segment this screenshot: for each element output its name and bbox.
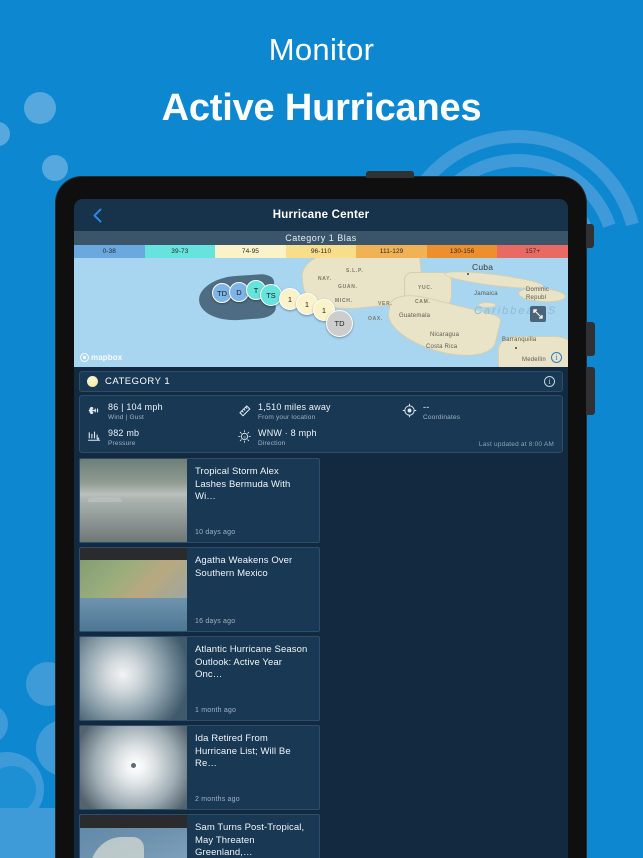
stat-label: Direction: [258, 440, 286, 447]
map-expand-button[interactable]: [530, 306, 546, 322]
news-thumbnail: [80, 459, 187, 542]
hurricane-map[interactable]: Caribbean S Cuba Jamaica Dominic Republ G…: [74, 258, 568, 367]
news-thumbnail: [80, 815, 187, 858]
news-card[interactable]: Agatha Weakens Over Southern Mexico 16 d…: [79, 547, 320, 632]
coordinates-icon: [402, 403, 417, 418]
mapbox-logo-icon: [80, 353, 89, 362]
storm-detail-panel: CATEGORY 1 i 86 | 104 mph Wind | Gust 98…: [74, 367, 568, 458]
map-place-label: Cuba: [472, 262, 494, 272]
promo-headings: Monitor Active Hurricanes: [0, 34, 643, 127]
bubble-decor: [42, 155, 68, 181]
news-card[interactable]: Sam Turns Post-Tropical, May Threaten Gr…: [79, 814, 320, 858]
svg-text:3: 3: [243, 434, 246, 439]
promo-headline: Active Hurricanes: [161, 87, 482, 129]
legend-segment: 0-38: [74, 245, 145, 258]
category-row[interactable]: CATEGORY 1 i: [79, 371, 563, 392]
legend-segment: 39-73: [144, 245, 216, 258]
legend-segment: 96-110: [285, 245, 357, 258]
news-title: Atlantic Hurricane Season Outlook: Activ…: [195, 644, 308, 680]
map-city-dot: [515, 347, 517, 349]
device-button-top[interactable]: [586, 224, 594, 248]
category-label: CATEGORY 1: [105, 376, 171, 387]
stat-value: WNW · 8 mph: [258, 428, 317, 438]
stat-value: 86 | 104 mph: [108, 402, 163, 412]
news-card[interactable]: Ida Retired From Hurricane List; Will Be…: [79, 725, 320, 810]
last-updated-text: Last updated at 8:00 AM: [478, 441, 554, 448]
stat-direction: 3 WNW · 8 mph Direction: [237, 428, 402, 448]
map-place-label: Jamaica: [474, 291, 498, 297]
news-card[interactable]: Tropical Storm Alex Lashes Bermuda With …: [79, 458, 320, 543]
tablet-device-frame: Hurricane Center Category 1 Blas 0-38 39…: [56, 171, 595, 858]
news-thumbnail: [80, 637, 187, 720]
news-list: Tropical Storm Alex Lashes Bermuda With …: [74, 458, 568, 858]
stat-value: 1,510 miles away: [258, 402, 331, 412]
legend-segment: 157+: [497, 245, 568, 258]
stat-value: --: [423, 402, 430, 412]
map-city-dot: [467, 273, 469, 275]
promo-kicker: Monitor: [268, 32, 375, 67]
direction-icon: 3: [238, 430, 251, 443]
page-title: Hurricane Center: [272, 209, 370, 221]
stat-label: Pressure: [108, 440, 136, 447]
stat-label: From your location: [258, 414, 316, 421]
news-timestamp: 2 months ago: [195, 796, 240, 803]
legend-segment: 111-129: [356, 245, 427, 258]
storm-stats: 86 | 104 mph Wind | Gust 982 mb Pressure…: [79, 395, 563, 453]
map-state-label: OAX.: [368, 316, 384, 322]
news-thumbnail: [80, 726, 187, 809]
news-title: Ida Retired From Hurricane List; Will Be…: [195, 733, 291, 769]
device-camera-notch: [366, 171, 414, 178]
back-button[interactable]: [84, 199, 110, 231]
legend-segment: 130-156: [426, 245, 498, 258]
news-timestamp: 10 days ago: [195, 529, 236, 536]
wind-speed-legend: 0-38 39-73 74-95 96-110 111-129 130-156 …: [74, 245, 568, 258]
storm-name-strip[interactable]: Category 1 Blas: [74, 231, 568, 245]
landmass-hispaniola: [517, 286, 567, 304]
news-thumbnail: [80, 548, 187, 631]
news-title: Tropical Storm Alex Lashes Bermuda With …: [195, 466, 291, 502]
device-volume-down-button[interactable]: [586, 367, 595, 415]
landmass-jamaica: [478, 302, 496, 308]
expand-icon: [533, 309, 543, 319]
category-info-button[interactable]: i: [544, 376, 555, 387]
category-dot-icon: [87, 376, 98, 387]
stat-label: Wind | Gust: [108, 414, 145, 421]
distance-icon: [239, 405, 251, 417]
map-info-button[interactable]: i: [551, 352, 562, 363]
chevron-left-icon: [93, 208, 101, 222]
news-title: Sam Turns Post-Tropical, May Threaten Gr…: [195, 822, 305, 858]
landmass-central-america: [381, 289, 503, 365]
mapbox-label: mapbox: [91, 353, 123, 362]
mapbox-attribution[interactable]: mapbox: [80, 353, 122, 362]
stat-distance: 1,510 miles away From your location: [237, 402, 402, 422]
app-header: Hurricane Center: [74, 199, 568, 231]
track-point[interactable]: TD: [326, 310, 353, 337]
stat-value: 982 mb: [108, 428, 140, 438]
device-volume-up-button[interactable]: [586, 322, 595, 356]
news-timestamp: 1 month ago: [195, 707, 237, 714]
stat-label: Coordinates: [423, 414, 461, 421]
stat-wind: 86 | 104 mph Wind | Gust: [87, 402, 237, 422]
news-title: Agatha Weakens Over Southern Mexico: [195, 555, 293, 579]
news-timestamp: 16 days ago: [195, 618, 236, 625]
wind-icon: [88, 406, 99, 415]
legend-segment: 74-95: [215, 245, 286, 258]
app-screen: Hurricane Center Category 1 Blas 0-38 39…: [74, 199, 568, 858]
stat-pressure: 982 mb Pressure: [87, 428, 237, 448]
stat-coordinates: -- Coordinates: [402, 402, 555, 422]
pressure-icon: [88, 431, 101, 441]
news-card[interactable]: Atlantic Hurricane Season Outlook: Activ…: [79, 636, 320, 721]
